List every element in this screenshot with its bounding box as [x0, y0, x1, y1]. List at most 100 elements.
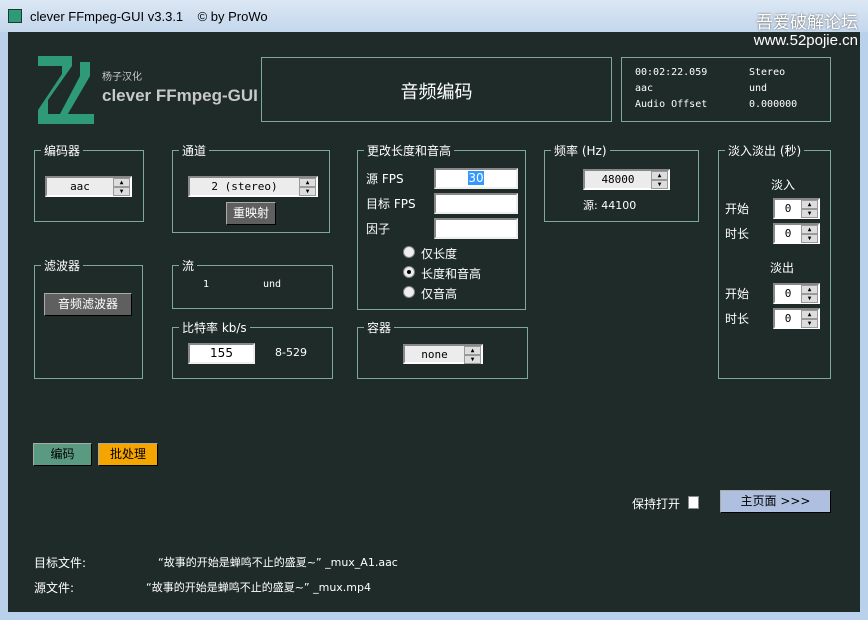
bitrate-input[interactable]: 155 — [188, 343, 255, 364]
audio-filter-button[interactable]: 音频滤波器 — [44, 293, 132, 316]
info-offset-label: Audio Offset — [635, 99, 708, 110]
encode-button[interactable]: 编码 — [33, 443, 92, 466]
fade-out-start-spinner[interactable]: 0 ▲ ▼ — [773, 283, 820, 304]
frequency-source: 源: 44100 — [583, 199, 637, 212]
title-bar: clever FFmpeg-GUI v3.3.1 © by ProWo — [0, 0, 868, 32]
fade-in-duration-spinner[interactable]: 0 ▲ ▼ — [773, 223, 820, 244]
target-file-value: “故事的开始是蝉鸣不止的盛夏~” _mux_A1.aac — [158, 556, 398, 569]
fade-out-heading: 淡出 — [770, 261, 795, 275]
up-arrow-icon[interactable]: ▲ — [464, 346, 481, 355]
spinner-arrows[interactable]: ▲ ▼ — [113, 178, 130, 196]
spinner-arrows[interactable]: ▲ ▼ — [299, 178, 316, 196]
client-area: 杨子汉化 clever FFmpeg-GUI 音频编码 00:02:22.059… — [8, 32, 860, 612]
radio-length-and-pitch-label[interactable]: 长度和音高 — [421, 265, 481, 282]
container-label: 容器 — [364, 319, 395, 336]
info-channels: Stereo — [749, 67, 786, 78]
container-value: none — [421, 347, 448, 361]
watermark-url: www.52pojie.cn — [753, 32, 858, 49]
fade-out-duration-spinner[interactable]: 0 ▲ ▼ — [773, 308, 820, 329]
fade-in-duration-value: 0 — [784, 227, 792, 240]
down-arrow-icon[interactable]: ▼ — [113, 187, 130, 196]
src-fps-value: 30 — [468, 171, 484, 185]
keep-open-label: 保持打开 — [632, 497, 681, 511]
up-arrow-icon[interactable]: ▲ — [801, 285, 818, 294]
logo: 杨子汉化 clever FFmpeg-GUI — [34, 56, 258, 124]
factor-input[interactable] — [434, 218, 518, 239]
frequency-label: 频率 (Hz) — [551, 142, 610, 159]
up-arrow-icon[interactable]: ▲ — [113, 178, 130, 187]
remap-button[interactable]: 重映射 — [226, 202, 276, 225]
target-fps-label: 目标 FPS — [366, 197, 416, 211]
src-fps-label: 源 FPS — [366, 172, 404, 186]
encoder-spinner[interactable]: aac ▲ ▼ — [45, 176, 132, 197]
radio-pitch-only[interactable] — [403, 286, 415, 298]
fade-out-duration-value: 0 — [784, 312, 792, 325]
main-page-button[interactable]: 主页面 >>> — [720, 490, 831, 513]
info-codec: aac — [635, 83, 654, 94]
bitrate-range: 8-529 — [275, 346, 307, 359]
fade-out-duration-label: 时长 — [725, 312, 750, 326]
bitrate-label: 比特率 kb/s — [179, 319, 250, 336]
channels-spinner[interactable]: 2 (stereo) ▲ ▼ — [188, 176, 318, 197]
spinner-arrows[interactable]: ▲ ▼ — [801, 310, 818, 328]
fade-in-start-label: 开始 — [725, 202, 750, 216]
media-info-panel: 00:02:22.059 Stereo aac und Audio Offset… — [621, 57, 831, 122]
fade-in-duration-label: 时长 — [725, 227, 750, 241]
filter-group: 滤波器 — [34, 257, 143, 379]
info-duration: 00:02:22.059 — [635, 67, 708, 78]
fade-in-start-value: 0 — [784, 202, 792, 215]
down-arrow-icon[interactable]: ▼ — [801, 319, 818, 328]
source-file-value: “故事的开始是蝉鸣不止的盛夏~” _mux.mp4 — [146, 581, 371, 594]
factor-label: 因子 — [366, 222, 391, 236]
up-arrow-icon[interactable]: ▲ — [651, 171, 668, 180]
batch-button[interactable]: 批处理 — [98, 443, 158, 466]
filter-label: 滤波器 — [41, 257, 84, 274]
spinner-arrows[interactable]: ▲ ▼ — [801, 200, 818, 218]
radio-length-only[interactable] — [403, 246, 415, 258]
down-arrow-icon[interactable]: ▼ — [464, 355, 481, 364]
stream-language: und — [263, 279, 282, 290]
stream-index: 1 — [203, 279, 210, 290]
channels-label: 通道 — [179, 142, 210, 159]
src-fps-input[interactable]: 30 — [434, 168, 518, 189]
page-title: 音频编码 — [400, 82, 473, 103]
logo-subtitle: 杨子汉化 — [102, 72, 142, 83]
spinner-arrows[interactable]: ▲ ▼ — [801, 285, 818, 303]
container-spinner[interactable]: none ▲ ▼ — [403, 344, 483, 364]
down-arrow-icon[interactable]: ▼ — [801, 209, 818, 218]
down-arrow-icon[interactable]: ▼ — [299, 187, 316, 196]
up-arrow-icon[interactable]: ▲ — [801, 225, 818, 234]
up-arrow-icon[interactable]: ▲ — [299, 178, 316, 187]
radio-length-and-pitch[interactable] — [403, 266, 415, 278]
frequency-spinner[interactable]: 48000 ▲ ▼ — [583, 169, 670, 190]
source-file-label: 源文件: — [34, 581, 75, 595]
stream-label: 流 — [179, 257, 198, 274]
spinner-arrows[interactable]: ▲ ▼ — [651, 171, 668, 189]
logo-name: clever FFmpeg-GUI — [102, 86, 258, 105]
up-arrow-icon[interactable]: ▲ — [801, 200, 818, 209]
header-panel: 音频编码 — [261, 57, 612, 122]
down-arrow-icon[interactable]: ▼ — [801, 294, 818, 303]
encoder-value: aac — [70, 180, 90, 193]
down-arrow-icon[interactable]: ▼ — [651, 180, 668, 189]
length-pitch-label: 更改长度和音高 — [364, 142, 455, 159]
stream-group: 流 — [172, 257, 333, 309]
up-arrow-icon[interactable]: ▲ — [801, 310, 818, 319]
keep-open-checkbox[interactable] — [688, 496, 699, 509]
fade-in-start-spinner[interactable]: 0 ▲ ▼ — [773, 198, 820, 219]
fade-out-start-value: 0 — [784, 287, 792, 300]
target-file-label: 目标文件: — [34, 556, 87, 570]
app-icon — [8, 9, 22, 23]
logo-mark-icon — [38, 56, 94, 124]
fade-label: 淡入淡出 (秒) — [725, 142, 805, 159]
target-fps-input[interactable] — [434, 193, 518, 214]
radio-pitch-only-label[interactable]: 仅音高 — [421, 285, 457, 302]
watermark-title: 吾爱破解论坛 — [756, 13, 858, 33]
spinner-arrows[interactable]: ▲ ▼ — [464, 346, 481, 364]
radio-length-only-label[interactable]: 仅长度 — [421, 245, 457, 262]
down-arrow-icon[interactable]: ▼ — [801, 234, 818, 243]
encoder-label: 编码器 — [41, 142, 84, 159]
info-offset-value: 0.000000 — [749, 99, 798, 110]
channels-value: 2 (stereo) — [211, 180, 278, 193]
spinner-arrows[interactable]: ▲ ▼ — [801, 225, 818, 243]
